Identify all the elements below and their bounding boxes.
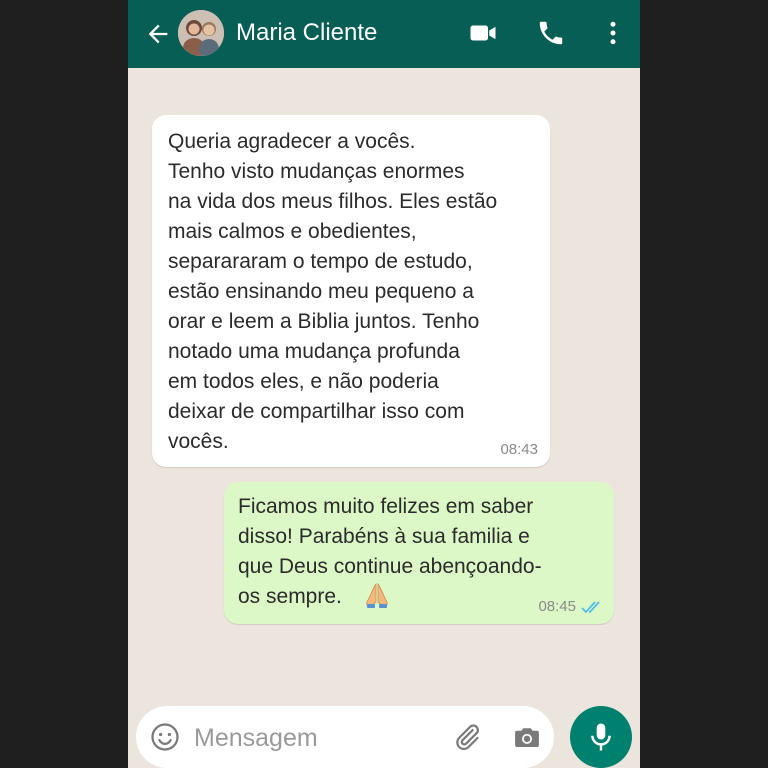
more-options-icon[interactable] — [598, 18, 628, 48]
message-text: Ficamos muito felizes em saber disso! Pa… — [238, 495, 542, 608]
outgoing-message[interactable]: Ficamos muito felizes em saber disso! Pa… — [224, 482, 614, 624]
praying-hands-icon — [366, 583, 388, 608]
avatar-photo-icon — [178, 10, 224, 56]
chat-header: Maria Cliente — [128, 0, 640, 68]
contact-name[interactable]: Maria Cliente — [236, 16, 377, 50]
microphone-icon — [591, 723, 611, 751]
phone-call-icon[interactable] — [536, 18, 566, 48]
incoming-message[interactable]: Queria agradecer a vocês. Tenho visto mu… — [152, 115, 550, 467]
emoji-icon[interactable] — [150, 722, 180, 752]
chat-screen: Maria Cliente Queria agradecer a vocês. … — [128, 0, 640, 768]
voice-message-button[interactable] — [570, 706, 632, 768]
message-time: 08:43 — [500, 441, 538, 458]
video-call-icon[interactable] — [468, 18, 498, 48]
message-time: 08:45 — [538, 598, 576, 615]
message-input-bar — [136, 706, 554, 768]
camera-icon[interactable] — [512, 722, 542, 752]
message-text: Queria agradecer a vocês. Tenho visto mu… — [168, 130, 498, 453]
avatar[interactable] — [178, 10, 224, 56]
back-arrow-icon[interactable] — [144, 20, 172, 48]
attach-icon[interactable] — [452, 722, 482, 752]
message-input[interactable] — [192, 720, 426, 756]
read-ticks-icon — [581, 601, 600, 614]
